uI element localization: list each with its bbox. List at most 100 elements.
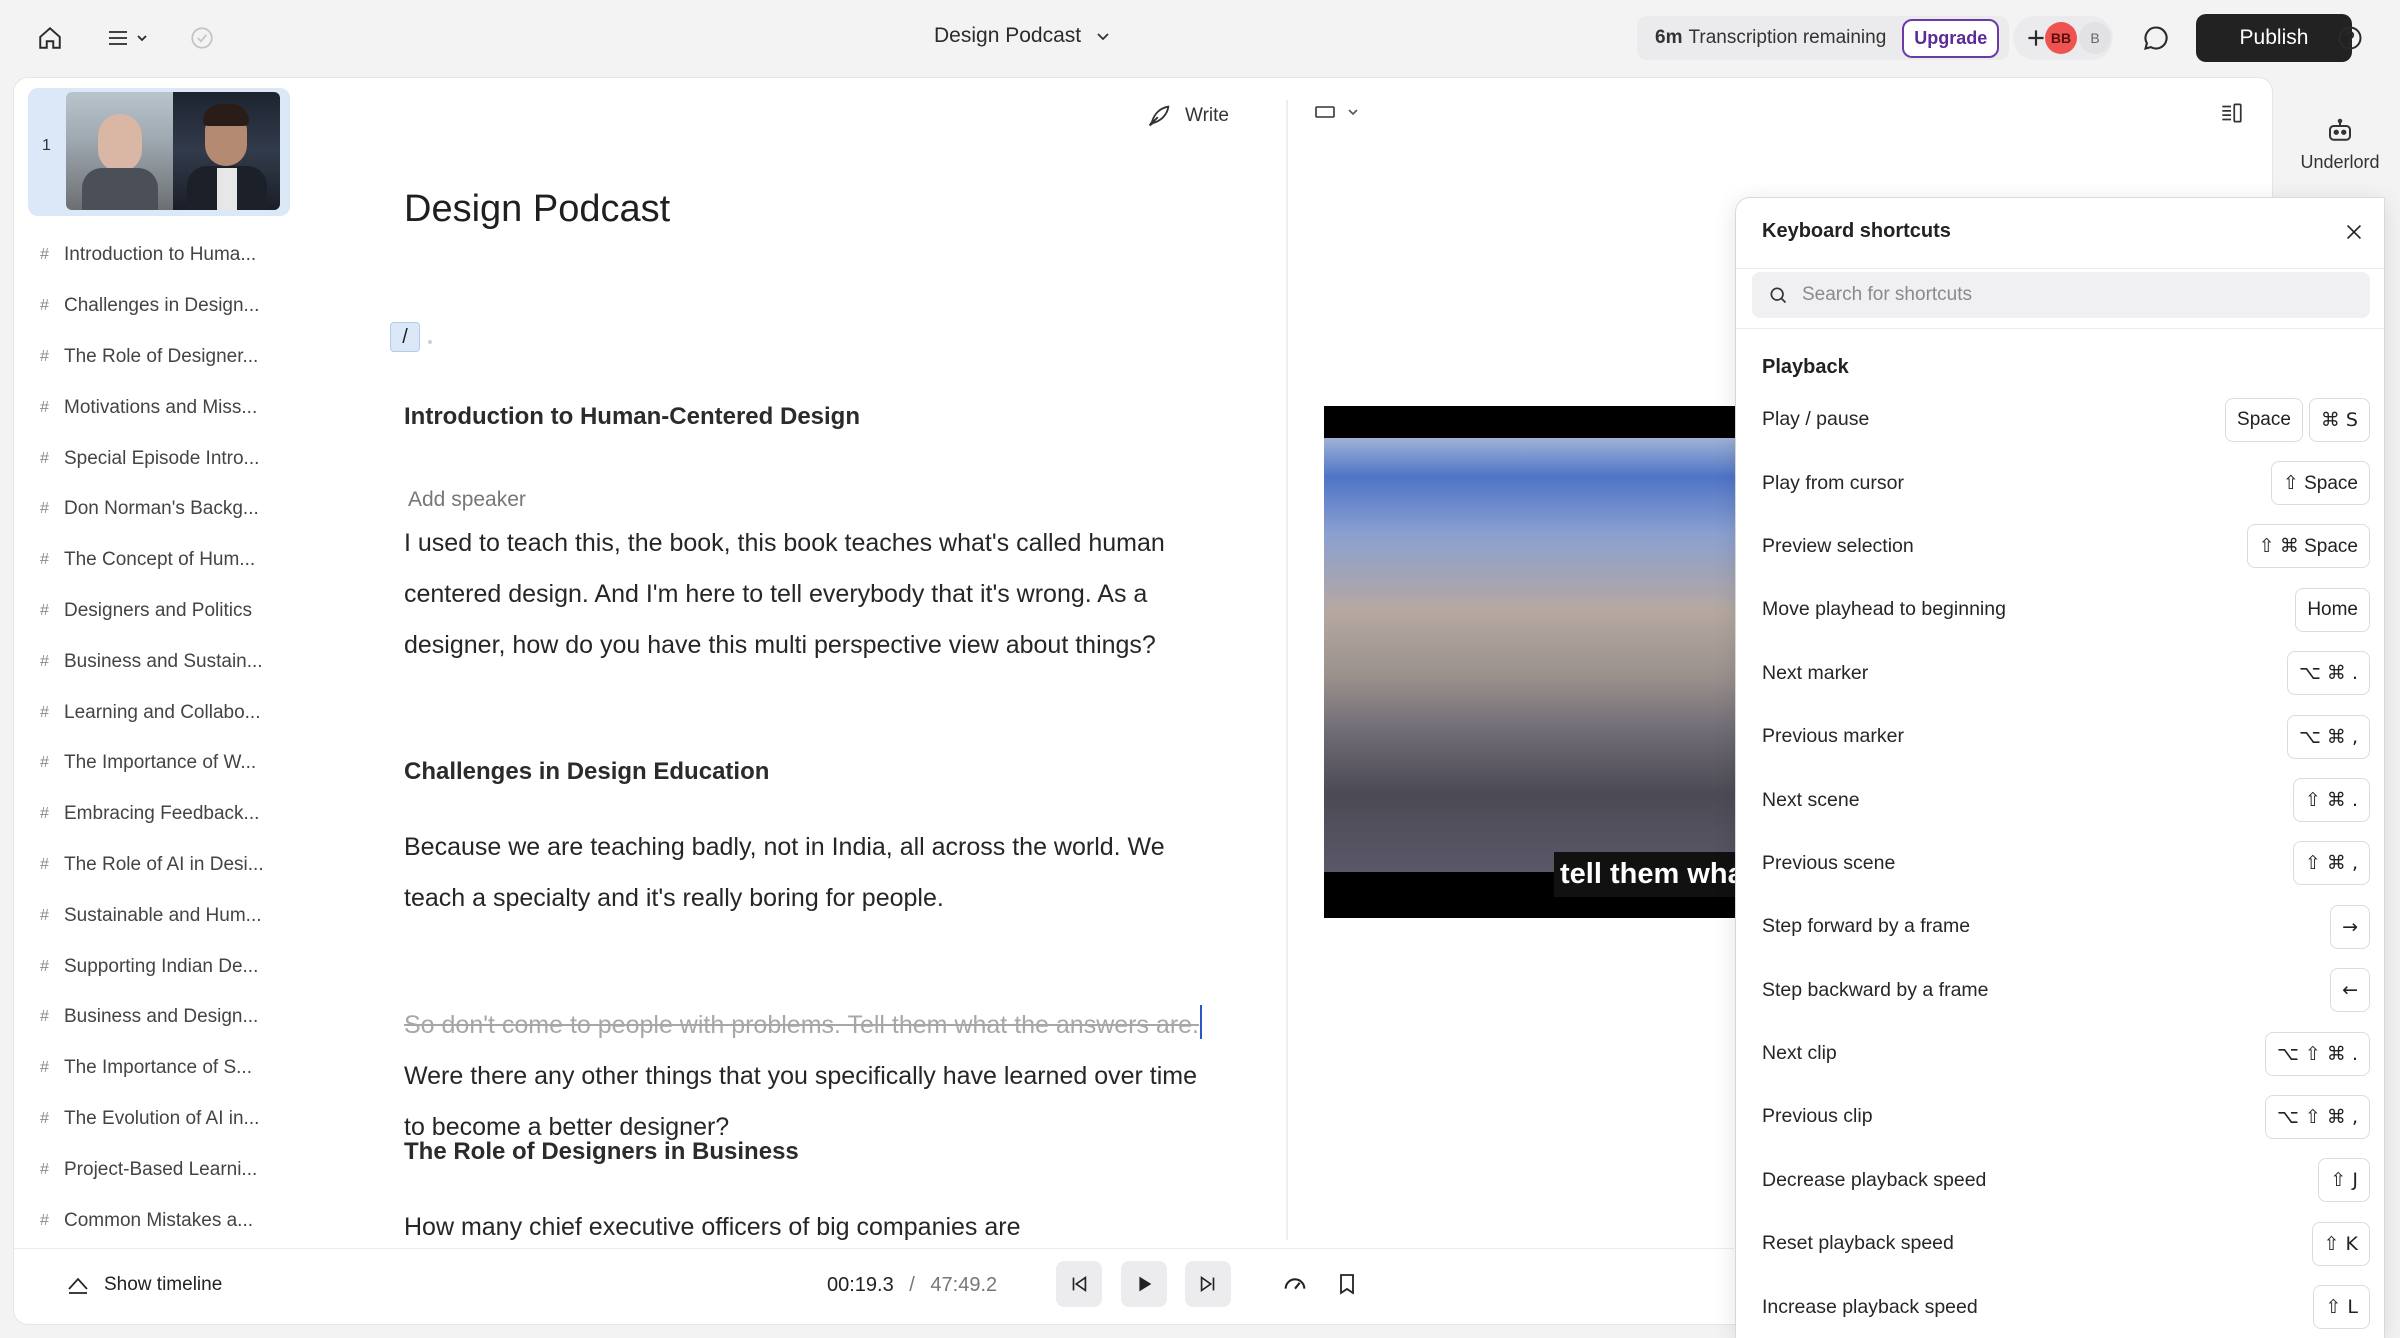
scene-item[interactable]: # Business and Sustain... [40, 636, 264, 687]
shortcut-label: Preview selection [1762, 534, 1914, 557]
time-separator: / [909, 1274, 915, 1296]
scene-item[interactable]: # Learning and Collabo... [40, 687, 264, 738]
scene-item-label: The Role of Designer... [64, 345, 259, 367]
shortcut-list: Play / pause Space ⌘ S Play from cursor ⇧ Sp… [1736, 388, 2384, 1338]
scene-thumbnail[interactable] [66, 92, 280, 210]
deleted-text[interactable]: So don't come to people with problems. T… [404, 1011, 1199, 1039]
comment-icon[interactable] [2140, 22, 2172, 54]
shortcut-row: Previous marker ⌥ ⌘ , [1736, 705, 2384, 768]
heading-introduction[interactable]: Introduction to Human-Centered Design [404, 403, 860, 431]
shortcut-label: Previous scene [1762, 851, 1896, 874]
home-icon[interactable] [34, 22, 66, 54]
scene-item[interactable]: # The Importance of S... [40, 1043, 264, 1094]
show-timeline-button[interactable]: Show timeline [66, 1273, 222, 1297]
scene-item[interactable]: # Sustainable and Hum... [40, 890, 264, 941]
shortcut-search[interactable] [1752, 272, 2370, 318]
shortcut-row: Next clip ⌥ ⇧ ⌘ . [1736, 1022, 2384, 1085]
editor-divider [1286, 100, 1288, 1240]
help-icon[interactable] [2334, 22, 2366, 54]
shortcut-row: Preview selection ⇧ ⌘ Space [1736, 515, 2384, 578]
canvas-layout-dropdown[interactable] [1314, 104, 1360, 120]
scene-item-label: Project-Based Learni... [64, 1158, 258, 1180]
shortcut-keys: Space ⌘ S [2225, 397, 2370, 442]
scene-item[interactable]: # Challenges in Design... [40, 281, 264, 332]
shortcut-keys: ⌥ ⇧ ⌘ , [2265, 1094, 2370, 1139]
panel-toggle-icon[interactable] [2218, 100, 2244, 131]
hash-icon: # [40, 1160, 49, 1178]
scene-item[interactable]: # Embracing Feedback... [40, 789, 264, 840]
scene-item[interactable]: # The Concept of Hum... [40, 535, 264, 586]
write-mode-button[interactable]: Write [1145, 102, 1229, 130]
show-timeline-label: Show timeline [104, 1274, 223, 1295]
key-cap: ⇧ K [2311, 1221, 2370, 1266]
add-speaker-button[interactable]: Add speaker [408, 488, 526, 512]
paragraph-3-text[interactable]: Were there any other things that you spe… [404, 1062, 1197, 1141]
heading-role[interactable]: The Role of Designers in Business [404, 1138, 799, 1166]
play-button[interactable] [1121, 1261, 1167, 1307]
shortcut-keys: ← [2330, 968, 2370, 1013]
document-title[interactable]: Design Podcast [404, 188, 1224, 231]
shortcut-keys: ⇧ J [2318, 1158, 2370, 1203]
close-button[interactable] [2340, 218, 2368, 246]
bookmark-icon[interactable] [1330, 1267, 1364, 1301]
video-preview[interactable]: tell them wha [1324, 406, 1754, 918]
heading-challenges[interactable]: Challenges in Design Education [404, 758, 769, 786]
shortcut-keys: ⌥ ⌘ , [2286, 714, 2370, 759]
scene-item-label: Embracing Feedback... [64, 803, 260, 825]
video-caption: tell them wha [1554, 852, 1750, 897]
shortcuts-title: Keyboard shortcuts [1762, 220, 1951, 242]
menu-icon[interactable] [100, 22, 156, 54]
key-cap: ⇧ Space [2270, 461, 2370, 506]
skip-back-button[interactable] [1056, 1261, 1102, 1307]
avatar-secondary[interactable]: B [2079, 22, 2111, 54]
key-cap: ⌥ ⇧ ⌘ . [2265, 1031, 2370, 1076]
close-icon [2346, 224, 2362, 240]
quill-icon [1148, 105, 1170, 127]
skip-back-icon [1072, 1275, 1087, 1293]
shortcut-label: Next scene [1762, 788, 1860, 811]
search-icon [1770, 287, 1787, 304]
scene-item-label: Introduction to Huma... [64, 244, 257, 266]
playback-speed-icon[interactable] [1278, 1267, 1312, 1301]
paragraph-4[interactable]: How many chief executive officers of big… [404, 1202, 1204, 1248]
paragraph-1[interactable]: I used to teach this, the book, this boo… [404, 518, 1204, 671]
key-cap: ⌥ ⇧ ⌘ , [2265, 1094, 2370, 1139]
shortcut-keys: → [2330, 904, 2370, 949]
skip-forward-button[interactable] [1185, 1261, 1231, 1307]
upgrade-button[interactable]: Upgrade [1902, 18, 2000, 58]
shortcut-label: Decrease playback speed [1762, 1168, 1987, 1191]
shortcut-label: Next clip [1762, 1042, 1837, 1065]
scene-item[interactable]: # Business and Design... [40, 992, 264, 1043]
underlord-button[interactable]: Underlord [2292, 116, 2388, 173]
key-cap: ⇧ L [2313, 1285, 2370, 1330]
scene-item[interactable]: # Don Norman's Backg... [40, 484, 264, 535]
scene-item-label: The Concept of Hum... [64, 549, 256, 571]
scene-item[interactable]: # Motivations and Miss... [40, 382, 264, 433]
transcription-text: Transcription remaining [1688, 27, 1887, 48]
avatar[interactable]: BB [2045, 22, 2077, 54]
key-cap: ⌥ ⌘ . [2286, 651, 2370, 696]
publish-button[interactable]: Publish [2196, 14, 2352, 62]
scene-item[interactable]: # Common Mistakes a... [40, 1195, 264, 1246]
paragraph-3[interactable]: So don't come to people with problems. T… [404, 1000, 1204, 1153]
key-cap: ⇧ ⌘ Space [2246, 524, 2370, 569]
saved-check-icon [186, 22, 218, 54]
slash-command[interactable]: / [390, 322, 420, 352]
scene-item[interactable]: # Special Episode Intro... [40, 433, 264, 484]
collaborators[interactable]: BB B [2013, 16, 2113, 60]
scene-item-label: Special Episode Intro... [64, 447, 260, 469]
scene-item[interactable]: # The Importance of W... [40, 738, 264, 789]
paragraph-2[interactable]: Because we are teaching badly, not in In… [404, 822, 1204, 924]
scene-item-label: Business and Sustain... [64, 650, 263, 672]
scene-item[interactable]: # The Role of AI in Desi... [40, 840, 264, 891]
scene-item[interactable]: # The Evolution of AI in... [40, 1094, 264, 1145]
search-input[interactable] [1802, 284, 2342, 306]
current-time: 00:19.3 [827, 1274, 894, 1296]
scene-item[interactable]: # Designers and Politics [40, 586, 264, 637]
scene-item[interactable]: # The Role of Designer... [40, 332, 264, 383]
hash-icon: # [40, 1211, 49, 1229]
scene-item[interactable]: # Project-Based Learni... [40, 1144, 264, 1195]
scene-item[interactable]: # Introduction to Huma... [40, 230, 264, 281]
project-title-dropdown[interactable]: Design Podcast [934, 24, 1113, 48]
scene-item[interactable]: # Supporting Indian De... [40, 941, 264, 992]
